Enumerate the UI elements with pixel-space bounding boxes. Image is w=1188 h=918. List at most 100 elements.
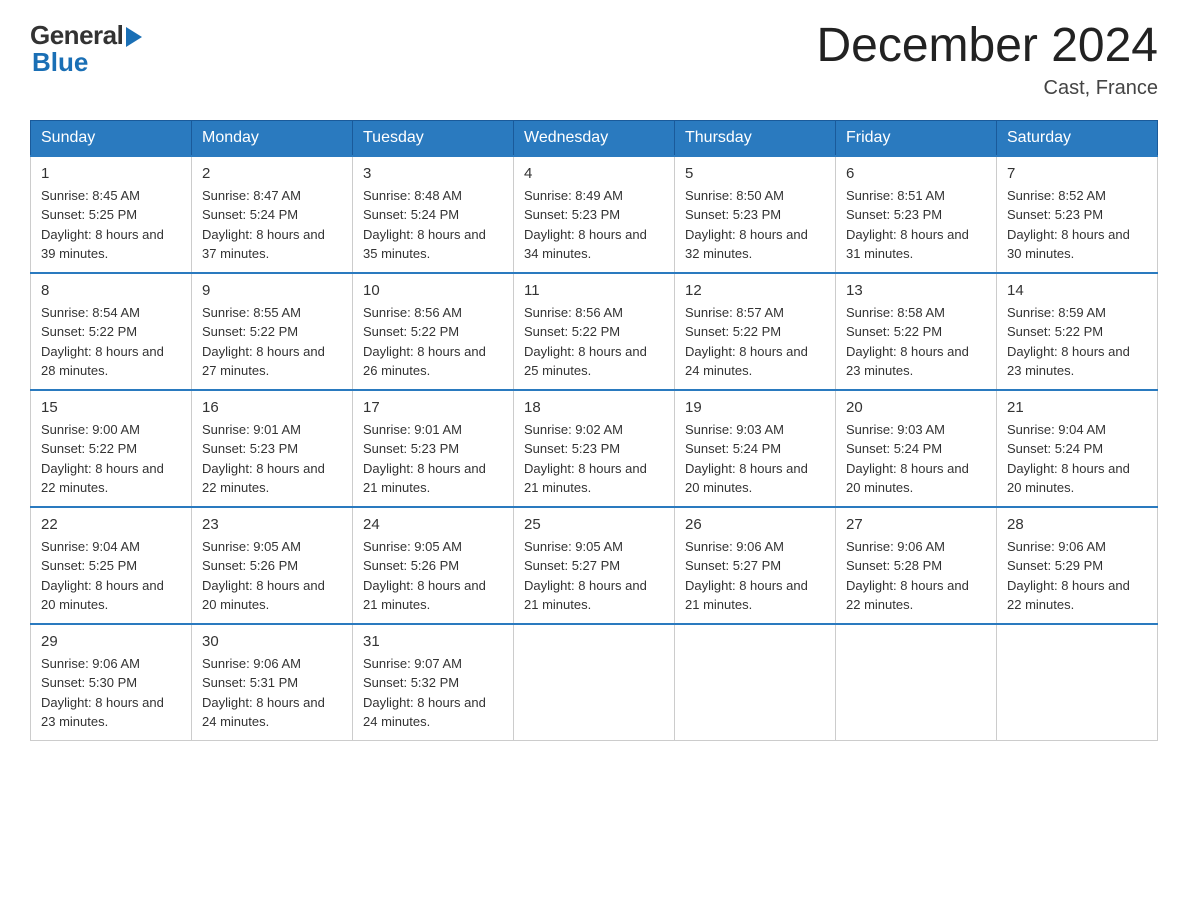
day-number: 21: [1007, 399, 1147, 416]
day-info: Sunrise: 8:51 AMSunset: 5:23 PMDaylight:…: [846, 186, 986, 264]
day-number: 27: [846, 516, 986, 533]
calendar-cell: [514, 624, 675, 741]
calendar-week-row: 15 Sunrise: 9:00 AMSunset: 5:22 PMDayligh…: [31, 390, 1158, 507]
day-number: 8: [41, 282, 181, 299]
day-info: Sunrise: 9:07 AMSunset: 5:32 PMDaylight:…: [363, 654, 503, 732]
calendar-cell: 3 Sunrise: 8:48 AMSunset: 5:24 PMDaylight…: [353, 156, 514, 273]
day-info: Sunrise: 9:03 AMSunset: 5:24 PMDaylight:…: [846, 420, 986, 498]
day-info: Sunrise: 8:56 AMSunset: 5:22 PMDaylight:…: [363, 303, 503, 381]
location-label: Cast, France: [816, 77, 1158, 100]
day-info: Sunrise: 8:54 AMSunset: 5:22 PMDaylight:…: [41, 303, 181, 381]
day-header-thursday: Thursday: [675, 120, 836, 156]
day-info: Sunrise: 9:06 AMSunset: 5:27 PMDaylight:…: [685, 537, 825, 615]
day-number: 26: [685, 516, 825, 533]
calendar-cell: 25 Sunrise: 9:05 AMSunset: 5:27 PMDayligh…: [514, 507, 675, 624]
day-number: 15: [41, 399, 181, 416]
calendar-cell: 23 Sunrise: 9:05 AMSunset: 5:26 PMDayligh…: [192, 507, 353, 624]
day-info: Sunrise: 8:58 AMSunset: 5:22 PMDaylight:…: [846, 303, 986, 381]
day-info: Sunrise: 8:45 AMSunset: 5:25 PMDaylight:…: [41, 186, 181, 264]
calendar-cell: 22 Sunrise: 9:04 AMSunset: 5:25 PMDayligh…: [31, 507, 192, 624]
day-info: Sunrise: 8:57 AMSunset: 5:22 PMDaylight:…: [685, 303, 825, 381]
day-number: 5: [685, 165, 825, 182]
calendar-table: SundayMondayTuesdayWednesdayThursdayFrid…: [30, 120, 1158, 741]
month-title: December 2024: [816, 20, 1158, 73]
calendar-week-row: 8 Sunrise: 8:54 AMSunset: 5:22 PMDaylight…: [31, 273, 1158, 390]
calendar-cell: 6 Sunrise: 8:51 AMSunset: 5:23 PMDaylight…: [836, 156, 997, 273]
calendar-cell: 14 Sunrise: 8:59 AMSunset: 5:22 PMDayligh…: [997, 273, 1158, 390]
day-number: 31: [363, 633, 503, 650]
day-header-row: SundayMondayTuesdayWednesdayThursdayFrid…: [31, 120, 1158, 156]
day-header-tuesday: Tuesday: [353, 120, 514, 156]
day-header-sunday: Sunday: [31, 120, 192, 156]
day-number: 2: [202, 165, 342, 182]
calendar-week-row: 29Sunrise: 9:06 AMSunset: 5:30 PMDayligh…: [31, 624, 1158, 741]
day-header-monday: Monday: [192, 120, 353, 156]
calendar-cell: 28 Sunrise: 9:06 AMSunset: 5:29 PMDayligh…: [997, 507, 1158, 624]
day-number: 12: [685, 282, 825, 299]
day-number: 22: [41, 516, 181, 533]
calendar-cell: 7Sunrise: 8:52 AMSunset: 5:23 PMDaylight…: [997, 156, 1158, 273]
calendar-cell: 30 Sunrise: 9:06 AMSunset: 5:31 PMDayligh…: [192, 624, 353, 741]
calendar-cell: 2 Sunrise: 8:47 AMSunset: 5:24 PMDaylight…: [192, 156, 353, 273]
calendar-cell: 11 Sunrise: 8:56 AMSunset: 5:22 PMDayligh…: [514, 273, 675, 390]
calendar-cell: 29Sunrise: 9:06 AMSunset: 5:30 PMDayligh…: [31, 624, 192, 741]
day-info: Sunrise: 8:59 AMSunset: 5:22 PMDaylight:…: [1007, 303, 1147, 381]
day-info: Sunrise: 9:04 AMSunset: 5:24 PMDaylight:…: [1007, 420, 1147, 498]
day-header-wednesday: Wednesday: [514, 120, 675, 156]
day-number: 17: [363, 399, 503, 416]
day-info: Sunrise: 9:04 AMSunset: 5:25 PMDaylight:…: [41, 537, 181, 615]
day-info: Sunrise: 9:05 AMSunset: 5:26 PMDaylight:…: [202, 537, 342, 615]
calendar-cell: 19 Sunrise: 9:03 AMSunset: 5:24 PMDayligh…: [675, 390, 836, 507]
day-number: 4: [524, 165, 664, 182]
day-number: 13: [846, 282, 986, 299]
day-info: Sunrise: 9:00 AMSunset: 5:22 PMDaylight:…: [41, 420, 181, 498]
calendar-cell: 13 Sunrise: 8:58 AMSunset: 5:22 PMDayligh…: [836, 273, 997, 390]
calendar-week-row: 22 Sunrise: 9:04 AMSunset: 5:25 PMDayligh…: [31, 507, 1158, 624]
logo: General Blue: [30, 20, 142, 78]
calendar-cell: 1 Sunrise: 8:45 AMSunset: 5:25 PMDaylight…: [31, 156, 192, 273]
day-info: Sunrise: 8:48 AMSunset: 5:24 PMDaylight:…: [363, 186, 503, 264]
calendar-cell: 27 Sunrise: 9:06 AMSunset: 5:28 PMDayligh…: [836, 507, 997, 624]
calendar-cell: 18 Sunrise: 9:02 AMSunset: 5:23 PMDayligh…: [514, 390, 675, 507]
day-number: 24: [363, 516, 503, 533]
day-number: 3: [363, 165, 503, 182]
calendar-cell: 10Sunrise: 8:56 AMSunset: 5:22 PMDayligh…: [353, 273, 514, 390]
day-number: 11: [524, 282, 664, 299]
day-info: Sunrise: 9:06 AMSunset: 5:31 PMDaylight:…: [202, 654, 342, 732]
logo-arrow-icon: [126, 27, 142, 47]
day-info: Sunrise: 9:06 AMSunset: 5:29 PMDaylight:…: [1007, 537, 1147, 615]
day-number: 19: [685, 399, 825, 416]
day-number: 14: [1007, 282, 1147, 299]
day-number: 30: [202, 633, 342, 650]
day-info: Sunrise: 9:05 AMSunset: 5:26 PMDaylight:…: [363, 537, 503, 615]
day-info: Sunrise: 9:03 AMSunset: 5:24 PMDaylight:…: [685, 420, 825, 498]
day-number: 16: [202, 399, 342, 416]
day-info: Sunrise: 8:56 AMSunset: 5:22 PMDaylight:…: [524, 303, 664, 381]
calendar-cell: 26 Sunrise: 9:06 AMSunset: 5:27 PMDayligh…: [675, 507, 836, 624]
day-number: 20: [846, 399, 986, 416]
day-info: Sunrise: 8:50 AMSunset: 5:23 PMDaylight:…: [685, 186, 825, 264]
day-info: Sunrise: 9:02 AMSunset: 5:23 PMDaylight:…: [524, 420, 664, 498]
day-info: Sunrise: 8:49 AMSunset: 5:23 PMDaylight:…: [524, 186, 664, 264]
day-info: Sunrise: 8:52 AMSunset: 5:23 PMDaylight:…: [1007, 186, 1147, 264]
calendar-cell: 17Sunrise: 9:01 AMSunset: 5:23 PMDayligh…: [353, 390, 514, 507]
day-number: 6: [846, 165, 986, 182]
calendar-cell: 15 Sunrise: 9:00 AMSunset: 5:22 PMDayligh…: [31, 390, 192, 507]
day-info: Sunrise: 9:05 AMSunset: 5:27 PMDaylight:…: [524, 537, 664, 615]
day-number: 28: [1007, 516, 1147, 533]
calendar-cell: 4 Sunrise: 8:49 AMSunset: 5:23 PMDaylight…: [514, 156, 675, 273]
day-info: Sunrise: 9:01 AMSunset: 5:23 PMDaylight:…: [202, 420, 342, 498]
day-number: 25: [524, 516, 664, 533]
day-number: 18: [524, 399, 664, 416]
day-number: 9: [202, 282, 342, 299]
day-number: 23: [202, 516, 342, 533]
day-number: 1: [41, 165, 181, 182]
calendar-cell: 5 Sunrise: 8:50 AMSunset: 5:23 PMDaylight…: [675, 156, 836, 273]
calendar-cell: 12 Sunrise: 8:57 AMSunset: 5:22 PMDayligh…: [675, 273, 836, 390]
day-info: Sunrise: 9:06 AMSunset: 5:28 PMDaylight:…: [846, 537, 986, 615]
calendar-cell: 9 Sunrise: 8:55 AMSunset: 5:22 PMDaylight…: [192, 273, 353, 390]
calendar-cell: 24 Sunrise: 9:05 AMSunset: 5:26 PMDayligh…: [353, 507, 514, 624]
day-info: Sunrise: 9:06 AMSunset: 5:30 PMDaylight:…: [41, 654, 181, 732]
day-info: Sunrise: 8:55 AMSunset: 5:22 PMDaylight:…: [202, 303, 342, 381]
day-info: Sunrise: 8:47 AMSunset: 5:24 PMDaylight:…: [202, 186, 342, 264]
